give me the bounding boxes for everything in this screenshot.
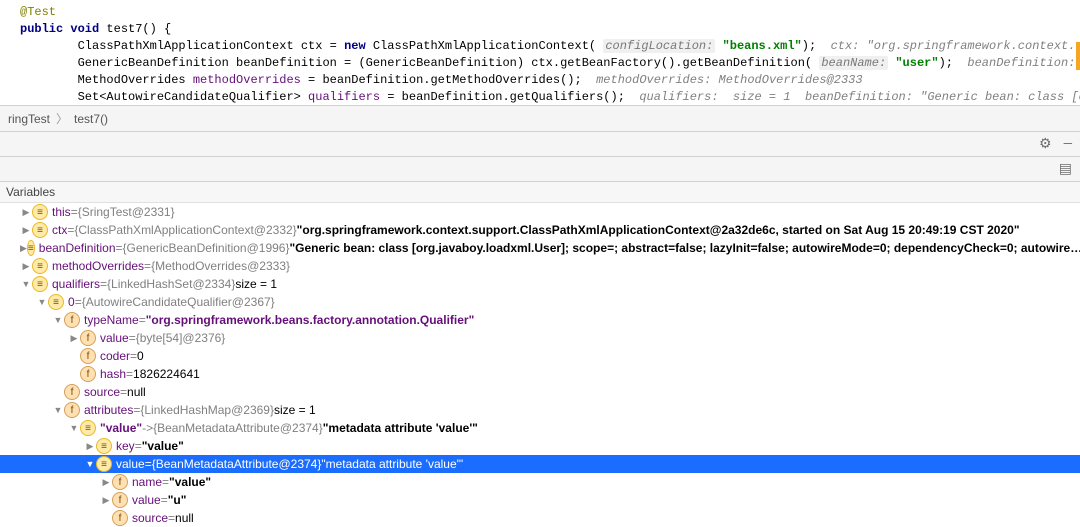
gear-icon[interactable]: ⚙ (1039, 136, 1052, 153)
var-qualifiers-0[interactable]: ≡0 = {AutowireCandidateQualifier@2367} (0, 293, 1080, 311)
debug-toolbar-2: ▤ (0, 157, 1080, 182)
collapse-icon[interactable] (52, 315, 64, 325)
var-source[interactable]: fsource = null (0, 383, 1080, 401)
object-icon: ≡ (32, 204, 48, 220)
debug-toolbar: ⚙ — (0, 132, 1080, 157)
crumb-method[interactable]: test7() (74, 112, 108, 126)
field-icon: f (64, 312, 80, 328)
collapse-icon[interactable] (68, 423, 80, 433)
var-qualifiers[interactable]: ≡qualifiers = {LinkedHashSet@2334} size … (0, 275, 1080, 293)
expand-icon[interactable] (84, 441, 96, 452)
object-icon: ≡ (27, 240, 35, 256)
expand-icon[interactable] (20, 225, 32, 236)
var-this[interactable]: ≡this = {SringTest@2331} (0, 203, 1080, 221)
var-typename[interactable]: ftypeName = "org.springframework.beans.f… (0, 311, 1080, 329)
var-value-name[interactable]: fname = "value" (0, 473, 1080, 491)
object-icon: ≡ (48, 294, 64, 310)
var-attributes[interactable]: fattributes = {LinkedHashMap@2369} size … (0, 401, 1080, 419)
object-icon: ≡ (96, 438, 112, 454)
var-methodoverrides[interactable]: ≡methodOverrides = {MethodOverrides@2333… (0, 257, 1080, 275)
field-icon: f (64, 402, 80, 418)
collapse-icon[interactable] (20, 279, 32, 289)
annotation: @Test (20, 5, 56, 19)
code-line: Set<AutowireCandidateQualifier> qualifie… (20, 89, 1070, 105)
var-beandef[interactable]: ≡beanDefinition = {GenericBeanDefinition… (0, 239, 1080, 257)
field-icon: f (80, 366, 96, 382)
crumb-class[interactable]: ringTest (8, 112, 50, 126)
var-key[interactable]: ≡key = "value" (0, 437, 1080, 455)
code-line: @Test (20, 4, 1070, 21)
collapse-icon[interactable] (84, 459, 96, 469)
code-line: ClassPathXmlApplicationContext ctx = new… (20, 38, 1070, 55)
expand-icon[interactable] (20, 243, 27, 254)
object-icon: ≡ (96, 456, 112, 472)
expand-icon[interactable] (100, 495, 112, 506)
expand-icon[interactable] (20, 207, 32, 218)
var-value-value[interactable]: fvalue = "u" (0, 491, 1080, 509)
collapse-icon[interactable] (36, 297, 48, 307)
field-icon: f (80, 330, 96, 346)
expand-icon[interactable] (100, 477, 112, 488)
object-icon: ≡ (80, 420, 96, 436)
object-icon: ≡ (32, 222, 48, 238)
gutter-stripe (1076, 42, 1080, 70)
code-line: MethodOverrides methodOverrides = beanDe… (20, 72, 1070, 89)
field-icon: f (80, 348, 96, 364)
var-typename-value[interactable]: fvalue = {byte[54]@2376} (0, 329, 1080, 347)
object-icon: ≡ (32, 258, 48, 274)
layout-icon[interactable]: ▤ (1059, 161, 1072, 178)
variables-tree[interactable]: ≡this = {SringTest@2331} ≡ctx = {ClassPa… (0, 203, 1080, 527)
variables-panel-title: Variables (0, 182, 1080, 203)
var-coder[interactable]: fcoder = 0 (0, 347, 1080, 365)
var-attr-entry[interactable]: ≡"value" -> {BeanMetadataAttribute@2374}… (0, 419, 1080, 437)
field-icon: f (112, 474, 128, 490)
expand-icon[interactable] (20, 261, 32, 272)
code-line: GenericBeanDefinition beanDefinition = (… (20, 55, 1070, 72)
breadcrumb[interactable]: ringTest 〉 test7() (0, 105, 1080, 132)
var-ctx[interactable]: ≡ctx = {ClassPathXmlApplicationContext@2… (0, 221, 1080, 239)
field-icon: f (112, 492, 128, 508)
code-line: public void test7() { (20, 21, 1070, 38)
var-hash[interactable]: fhash = 1826224641 (0, 365, 1080, 383)
field-icon: f (112, 510, 128, 526)
collapse-icon[interactable] (52, 405, 64, 415)
var-value-source[interactable]: fsource = null (0, 509, 1080, 527)
field-icon: f (64, 384, 80, 400)
chevron-icon: 〉 (56, 110, 68, 127)
object-icon: ≡ (32, 276, 48, 292)
expand-icon[interactable] (68, 333, 80, 344)
minimize-icon[interactable]: — (1064, 136, 1072, 152)
code-editor[interactable]: @Test public void test7() { ClassPathXml… (0, 0, 1080, 105)
var-value-selected[interactable]: ≡value = {BeanMetadataAttribute@2374} "m… (0, 455, 1080, 473)
